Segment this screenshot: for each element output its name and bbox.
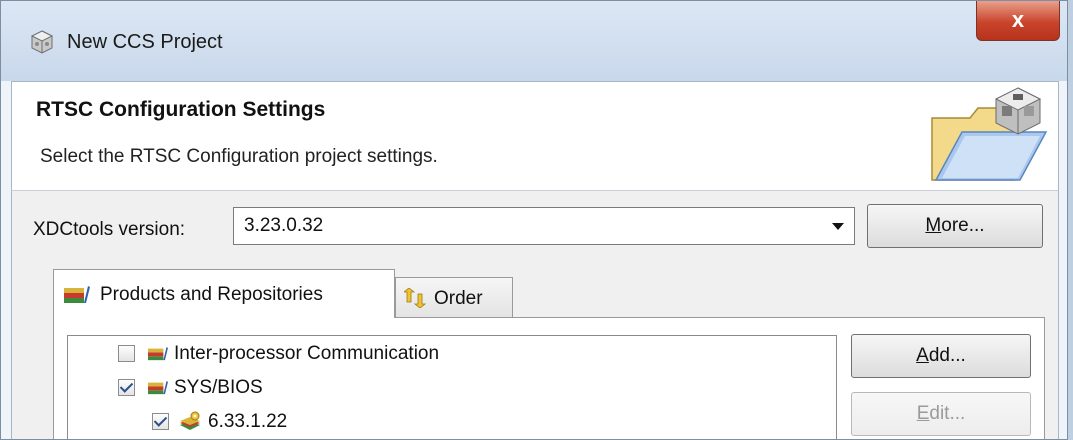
edit-button-mnemonic: E: [916, 403, 930, 424]
add-button[interactable]: Add...: [851, 334, 1031, 378]
xdctools-version-select[interactable]: 3.23.0.32: [233, 207, 855, 245]
more-button-mnemonic: M: [925, 215, 942, 236]
close-button[interactable]: x: [976, 1, 1060, 41]
page-title: RTSC Configuration Settings: [36, 98, 326, 121]
chevron-down-icon[interactable]: [832, 223, 844, 230]
package-gear-icon: [180, 411, 200, 430]
sysbios-checkbox[interactable]: [118, 379, 135, 396]
order-arrows-icon: [404, 288, 427, 308]
window-title: New CCS Project: [67, 31, 223, 53]
xdctools-version-value: 3.23.0.32: [244, 215, 324, 236]
tree-item-sysbios[interactable]: SYS/BIOS: [118, 374, 818, 402]
tab-order-label: Order: [434, 288, 483, 309]
books-icon: [64, 286, 90, 303]
more-button[interactable]: More...: [867, 204, 1043, 248]
tree-item-version[interactable]: 6.33.1.22: [152, 408, 818, 436]
wizard-header: RTSC Configuration Settings Select the R…: [11, 81, 1059, 190]
version-checkbox[interactable]: [152, 413, 169, 430]
add-button-label: dd...: [928, 345, 966, 366]
folder-cube-icon: [931, 87, 1048, 181]
edit-button-label: dit...: [929, 403, 966, 424]
products-tree[interactable]: Inter-processor Communication SYS/BIOS 6…: [67, 335, 837, 439]
more-button-label: ore...: [941, 215, 985, 236]
tab-products-and-repositories[interactable]: Products and Repositories: [53, 269, 395, 318]
edit-button[interactable]: Edit...: [851, 392, 1031, 436]
tree-item-label: SYS/BIOS: [174, 377, 263, 398]
tree-item-label: Inter-processor Communication: [174, 343, 440, 364]
tab-products-label: Products and Repositories: [100, 284, 323, 305]
books-icon: [148, 347, 168, 361]
dialog-window: New CCS Project x RTSC Configuration Set…: [0, 0, 1068, 440]
tree-item-label: 6.33.1.22: [208, 411, 288, 432]
page-subtitle: Select the RTSC Configuration project se…: [40, 146, 438, 167]
gear-cube-icon: [30, 30, 54, 54]
add-button-mnemonic: A: [916, 345, 929, 366]
ipc-checkbox[interactable]: [118, 345, 135, 362]
xdctools-version-label: XDCtools version:: [33, 219, 186, 240]
books-icon: [148, 381, 168, 395]
tree-item-ipc[interactable]: Inter-processor Communication: [118, 340, 818, 368]
tab-order[interactable]: Order: [395, 277, 513, 318]
title-bar[interactable]: New CCS Project: [1, 1, 1067, 81]
